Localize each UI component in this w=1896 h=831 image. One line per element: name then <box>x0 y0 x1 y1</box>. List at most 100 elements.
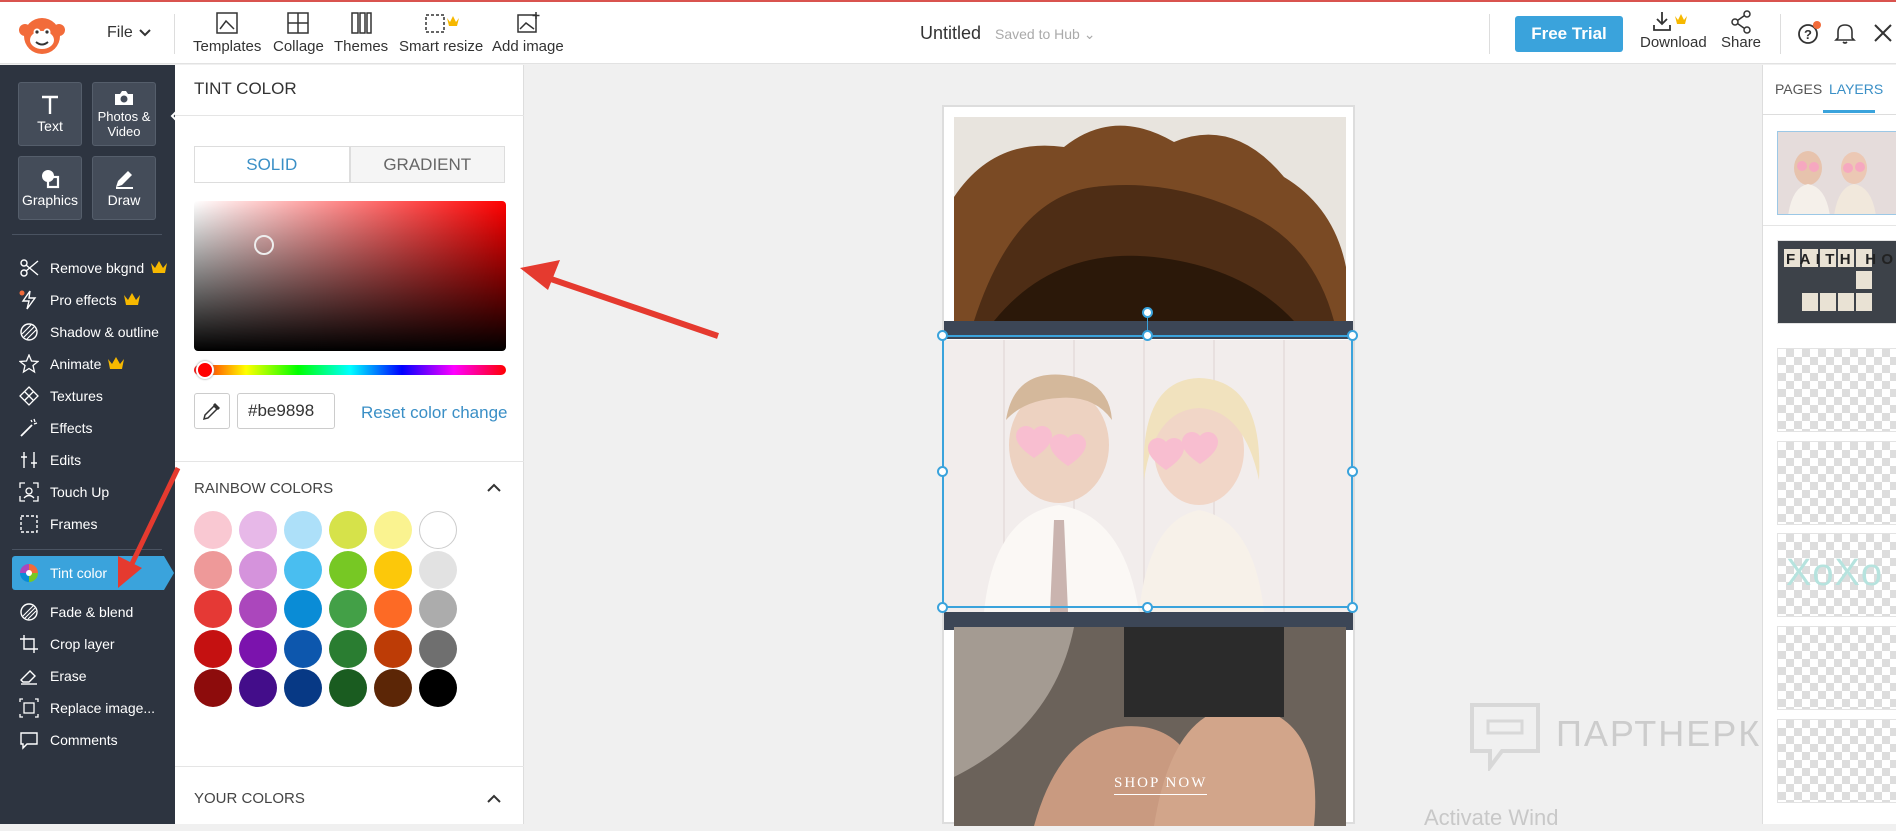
hue-slider-handle[interactable] <box>196 361 214 379</box>
color-swatch[interactable] <box>374 550 412 589</box>
color-swatch[interactable] <box>284 629 322 668</box>
file-menu-label: File <box>107 24 133 41</box>
color-swatch[interactable] <box>419 629 457 668</box>
nav-textures[interactable]: Textures <box>0 379 175 413</box>
color-swatch[interactable] <box>284 590 322 628</box>
chevron-up-icon[interactable] <box>487 794 501 804</box>
color-swatch[interactable] <box>419 590 457 628</box>
color-swatch[interactable] <box>194 550 232 589</box>
tab-solid[interactable]: SOLID <box>194 146 350 182</box>
layer-transparent-2[interactable] <box>1777 441 1896 525</box>
nav-animate[interactable]: Animate <box>0 347 175 381</box>
layer-transparent-3[interactable] <box>1777 626 1896 710</box>
color-swatch[interactable] <box>329 511 367 549</box>
share-button[interactable]: Share <box>1721 10 1761 51</box>
color-swatch[interactable] <box>374 629 412 668</box>
nav-frames[interactable]: Frames <box>0 507 175 541</box>
themes-button[interactable]: Themes <box>334 12 388 55</box>
download-button[interactable]: Download <box>1640 10 1707 51</box>
color-swatch[interactable] <box>419 511 457 549</box>
color-swatch[interactable] <box>374 669 412 707</box>
color-swatch[interactable] <box>374 590 412 628</box>
notifications-button[interactable] <box>1834 22 1856 44</box>
tab-pages[interactable]: PAGES <box>1775 81 1822 97</box>
free-trial-button[interactable]: Free Trial <box>1515 16 1623 52</box>
color-swatch[interactable] <box>419 669 457 707</box>
nav-shadow-outline[interactable]: Shadow & outline <box>0 315 175 349</box>
eyedropper-button[interactable] <box>194 393 230 429</box>
color-swatch[interactable] <box>329 590 367 628</box>
nav-replace-image[interactable]: Replace image... <box>0 691 175 725</box>
hex-color-input[interactable] <box>237 393 335 429</box>
nav-comments[interactable]: Comments <box>0 723 175 757</box>
shop-photo-art <box>954 627 1346 826</box>
color-swatch[interactable] <box>239 590 277 628</box>
nav-tint-color[interactable]: Tint color <box>12 556 174 590</box>
picker-handle[interactable] <box>254 235 274 255</box>
draw-tool-button[interactable]: Draw <box>92 156 156 220</box>
color-swatch[interactable] <box>329 669 367 707</box>
templates-button[interactable]: Templates <box>193 12 261 55</box>
nav-erase[interactable]: Erase <box>0 659 175 693</box>
save-status[interactable]: Saved to Hub ⌄ <box>995 26 1095 43</box>
color-swatch[interactable] <box>194 629 232 668</box>
color-swatch[interactable] <box>419 550 457 589</box>
nav-effects[interactable]: Effects <box>0 411 175 445</box>
resize-handle-n[interactable] <box>1142 330 1153 341</box>
close-button[interactable] <box>1872 22 1894 44</box>
resize-handle-w[interactable] <box>937 466 948 477</box>
resize-handle-se[interactable] <box>1347 602 1358 613</box>
layer-transparent-4[interactable] <box>1777 719 1896 803</box>
graphics-tool-button[interactable]: Graphics <box>18 156 82 220</box>
layer-xoxo[interactable]: XoXo <box>1777 533 1896 617</box>
nav-pro-effects[interactable]: Pro effects <box>0 283 175 317</box>
color-swatch[interactable] <box>284 550 322 589</box>
divider <box>1763 114 1896 115</box>
color-swatch[interactable] <box>239 669 277 707</box>
tab-layers[interactable]: LAYERS <box>1829 81 1883 97</box>
smart-resize-button[interactable]: Smart resize <box>399 12 483 55</box>
layer-transparent-1[interactable] <box>1777 348 1896 432</box>
layer-couple-photo[interactable] <box>1777 131 1896 215</box>
file-menu-button[interactable]: File <box>107 24 151 42</box>
nav-remove-background[interactable]: Remove bkgnd <box>0 251 175 285</box>
resize-handle-nw[interactable] <box>937 330 948 341</box>
nav-touch-up[interactable]: Touch Up <box>0 475 175 509</box>
shop-photo[interactable]: SHOP NOW <box>954 627 1346 826</box>
color-swatch[interactable] <box>239 511 277 549</box>
pencil-icon <box>116 171 133 189</box>
color-swatch[interactable] <box>284 669 322 707</box>
share-label: Share <box>1721 34 1762 51</box>
photos-video-button[interactable]: Photos & Video <box>92 82 156 146</box>
hair-photo[interactable] <box>954 117 1346 321</box>
nav-edits[interactable]: Edits <box>0 443 175 477</box>
shop-now-text[interactable]: SHOP NOW <box>1114 775 1208 795</box>
color-swatch[interactable] <box>329 629 367 668</box>
color-swatch[interactable] <box>194 669 232 707</box>
color-swatch[interactable] <box>284 511 322 549</box>
saturation-brightness-picker[interactable] <box>194 201 506 351</box>
color-swatch[interactable] <box>194 590 232 628</box>
color-swatch[interactable] <box>194 511 232 549</box>
add-image-button[interactable]: Add image <box>492 12 564 55</box>
layer-faith-hope-love[interactable]: FAITH HOPE LOVE <box>1777 240 1896 324</box>
color-swatch[interactable] <box>329 550 367 589</box>
hue-slider[interactable] <box>194 361 506 379</box>
chevron-up-icon[interactable] <box>487 483 501 493</box>
resize-handle-sw[interactable] <box>937 602 948 613</box>
nav-crop-layer[interactable]: Crop layer <box>0 627 175 661</box>
document-title[interactable]: Untitled <box>920 23 981 44</box>
color-swatch[interactable] <box>239 550 277 589</box>
collage-button[interactable]: Collage <box>273 12 324 55</box>
text-tool-button[interactable]: Text <box>18 82 82 146</box>
resize-handle-ne[interactable] <box>1347 330 1358 341</box>
reset-color-link[interactable]: Reset color change <box>361 403 507 423</box>
picmonkey-logo-icon[interactable] <box>18 12 65 56</box>
resize-handle-s[interactable] <box>1142 602 1153 613</box>
color-swatch[interactable] <box>374 511 412 549</box>
resize-handle-e[interactable] <box>1347 466 1358 477</box>
tab-gradient[interactable]: GRADIENT <box>349 146 505 182</box>
nav-fade-blend[interactable]: Fade & blend <box>0 595 175 629</box>
color-swatch[interactable] <box>239 629 277 668</box>
help-button[interactable]: ? <box>1797 21 1823 45</box>
